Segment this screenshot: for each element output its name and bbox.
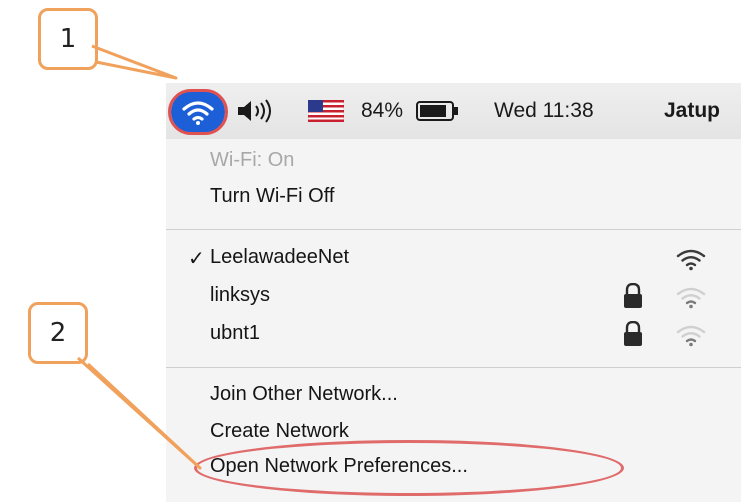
wifi-icon-highlight	[168, 89, 228, 135]
wifi-signal-icon	[676, 325, 706, 347]
network-item-leelawadeenet[interactable]: LeelawadeeNet	[210, 246, 349, 269]
clock-label: Wed 11:38	[494, 99, 594, 122]
wifi-signal-icon	[676, 249, 706, 271]
menu-divider	[166, 229, 741, 230]
preferences-highlight	[194, 440, 624, 496]
network-item-linksys[interactable]: linksys	[210, 284, 270, 307]
menu-divider	[166, 367, 741, 368]
checkmark-icon: ✓	[188, 248, 205, 270]
volume-icon[interactable]	[236, 83, 278, 139]
callout-1: 1	[38, 8, 98, 70]
battery-percent: 84%	[361, 83, 403, 139]
wifi-signal-icon	[676, 287, 706, 309]
callout-2: 2	[28, 302, 88, 364]
battery-icon[interactable]	[416, 83, 460, 139]
wifi-status: Wi-Fi: On	[210, 149, 295, 171]
clock[interactable]: Wed 11:38	[494, 83, 594, 139]
lock-icon	[624, 321, 642, 346]
create-network-item[interactable]: Create Network	[210, 420, 349, 443]
user-name: Jatup	[664, 99, 721, 122]
battery-percent-label: 84%	[361, 99, 404, 122]
us-flag-icon[interactable]	[308, 83, 344, 139]
join-other-network-item[interactable]: Join Other Network...	[210, 383, 398, 406]
menu-bar: 84% Wed 11:38 Jatup	[166, 83, 741, 139]
user-menu[interactable]: Jatup	[664, 83, 720, 139]
turn-wifi-off-item[interactable]: Turn Wi-Fi Off	[210, 185, 334, 208]
network-item-ubnt1[interactable]: ubnt1	[210, 322, 260, 345]
wifi-menu-screenshot: 84% Wed 11:38 Jatup Wi-Fi: On Turn Wi-Fi…	[166, 83, 741, 502]
lock-icon	[624, 283, 642, 308]
